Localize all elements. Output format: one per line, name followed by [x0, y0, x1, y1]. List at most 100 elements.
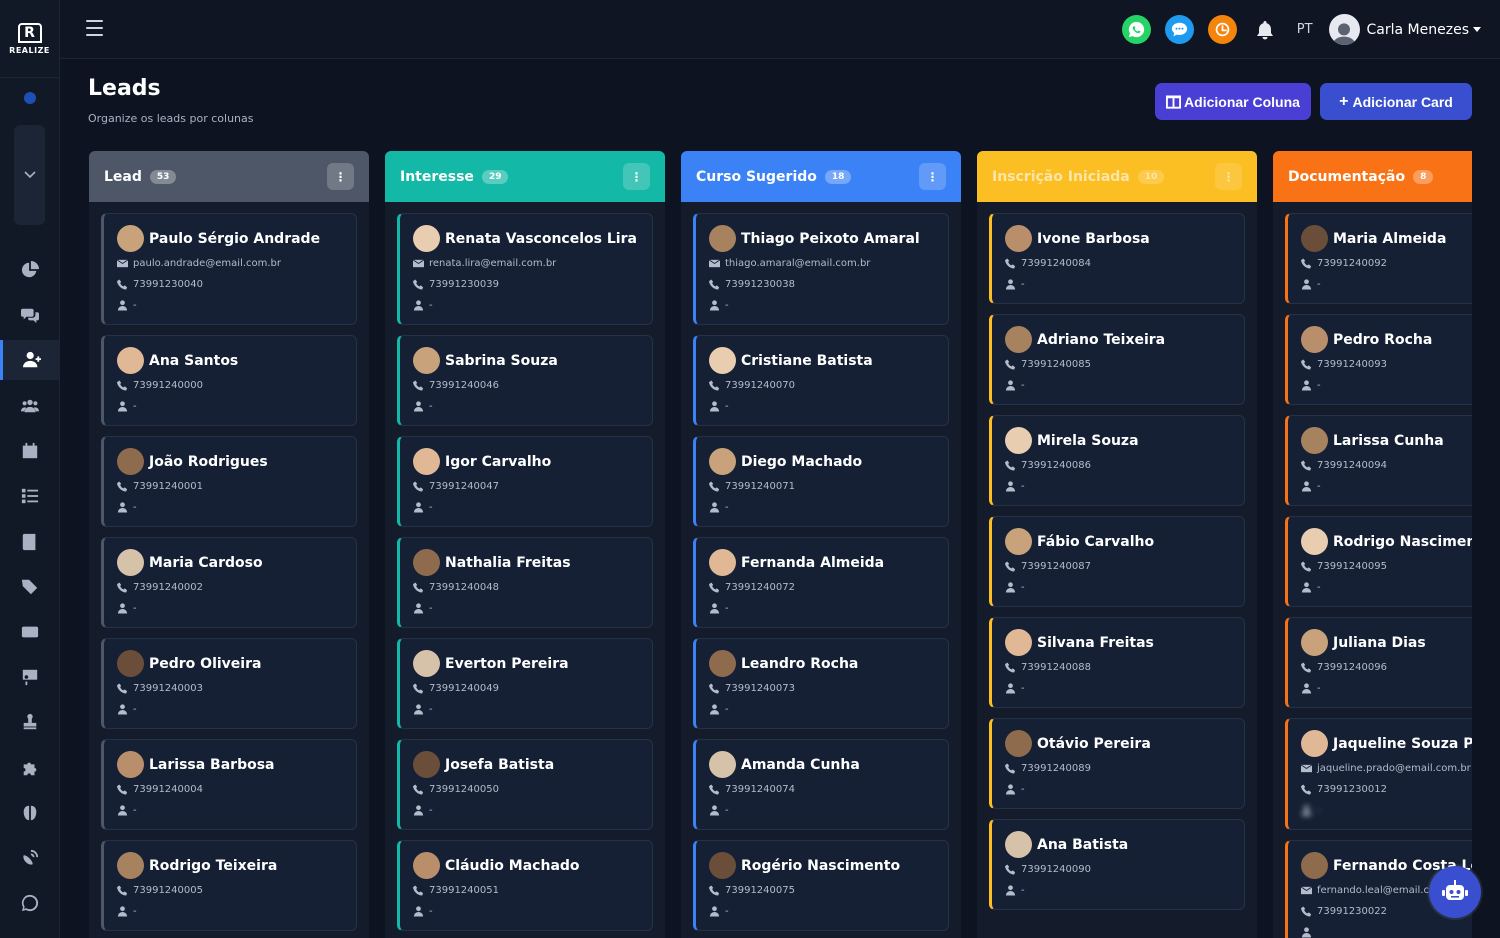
- column-menu-button[interactable]: ⋮: [623, 163, 650, 190]
- column-header[interactable]: Interesse 29 ⋮: [385, 151, 665, 202]
- sidebar-collapse-button[interactable]: [14, 125, 45, 225]
- sidebar-item-stamp[interactable]: [0, 702, 60, 742]
- lead-name: Juliana Dias: [1333, 635, 1426, 651]
- lead-card[interactable]: Nathalia Freitas 73991240048 -: [397, 537, 653, 628]
- lead-card[interactable]: Sabrina Souza 73991240046 -: [397, 335, 653, 426]
- avatar: [1005, 730, 1032, 757]
- lead-phone: 73991240093: [1301, 359, 1387, 370]
- lead-card[interactable]: Rodrigo Nascimento 73991240095 -: [1285, 516, 1472, 607]
- lead-card[interactable]: Paulo Sérgio Andrade paulo.andrade@email.…: [101, 213, 357, 325]
- user-icon: [117, 603, 128, 614]
- lead-card[interactable]: Fábio Carvalho 73991240087 -: [989, 516, 1245, 607]
- sidebar-item-integrations[interactable]: [0, 748, 60, 788]
- lead-card[interactable]: Cristiane Batista 73991240070 -: [693, 335, 949, 426]
- lead-card[interactable]: Juliana Dias 73991240096 -: [1285, 617, 1472, 708]
- column-menu-button[interactable]: ⋮: [1215, 163, 1242, 190]
- lead-card[interactable]: Maria Almeida 73991240092 -: [1285, 213, 1472, 304]
- lead-card[interactable]: Adriano Teixeira 73991240085 -: [989, 314, 1245, 405]
- sidebar-item-reports[interactable]: [0, 657, 60, 697]
- lead-card[interactable]: Larissa Barbosa 73991240004 -: [101, 739, 357, 830]
- sidebar-item-ai[interactable]: [0, 793, 60, 833]
- column-header[interactable]: Lead 53 ⋮: [89, 151, 369, 202]
- hamburger-menu-icon[interactable]: [86, 20, 103, 36]
- chat-button[interactable]: [1164, 15, 1194, 44]
- column-header[interactable]: Inscrição Iniciada 10 ⋮: [977, 151, 1257, 202]
- sidebar-item-webhooks[interactable]: [0, 838, 60, 878]
- chevron-down-icon[interactable]: [1473, 27, 1481, 32]
- topbar: PT Carla Menezes: [60, 0, 1500, 59]
- lead-card[interactable]: João Rodrigues 73991240001 -: [101, 436, 357, 527]
- lead-card[interactable]: Fernanda Almeida 73991240072 -: [693, 537, 949, 628]
- user-name[interactable]: Carla Menezes: [1367, 22, 1469, 38]
- stamp-icon: [23, 713, 37, 730]
- sidebar-item-products[interactable]: [0, 612, 60, 652]
- column-header[interactable]: Curso Sugerido 18 ⋮: [681, 151, 961, 202]
- lead-phone-text: 73991240048: [429, 582, 499, 593]
- lead-phone: 73991240086: [1005, 460, 1091, 471]
- lead-card[interactable]: Pedro Rocha 73991240093 -: [1285, 314, 1472, 405]
- lead-card[interactable]: Silvana Freitas 73991240088 -: [989, 617, 1245, 708]
- sidebar: R REALIZE: [0, 0, 60, 938]
- clock-button[interactable]: [1207, 15, 1237, 44]
- lead-card[interactable]: Igor Carvalho 73991240047 -: [397, 436, 653, 527]
- user-icon: [1005, 481, 1016, 492]
- notifications-button[interactable]: [1255, 20, 1275, 40]
- lead-card[interactable]: Thiago Peixoto Amaral thiago.amaral@email…: [693, 213, 949, 325]
- lead-card[interactable]: Diego Machado 73991240071 -: [693, 436, 949, 527]
- sidebar-item-documents[interactable]: [0, 522, 60, 562]
- column-menu-button[interactable]: ⋮: [919, 163, 946, 190]
- user-icon: [413, 502, 424, 513]
- lead-card[interactable]: Cláudio Machado 73991240051 -: [397, 840, 653, 931]
- lead-owner-text: -: [725, 704, 729, 715]
- phone-icon: [1301, 784, 1312, 795]
- lead-owner-text: -: [725, 603, 729, 614]
- sidebar-item-tasks[interactable]: [0, 476, 60, 516]
- lead-card[interactable]: Josefa Batista 73991240050 -: [397, 739, 653, 830]
- sidebar-item-chats[interactable]: [0, 295, 60, 335]
- sidebar-item-groups[interactable]: [0, 386, 60, 426]
- lead-card[interactable]: Ana Batista 73991240090 -: [989, 819, 1245, 910]
- column-header[interactable]: Documentação8⋮: [1273, 151, 1472, 202]
- whatsapp-button[interactable]: [1121, 15, 1151, 44]
- chatbot-button[interactable]: [1429, 866, 1481, 918]
- lead-card[interactable]: Ana Santos 73991240000 -: [101, 335, 357, 426]
- sidebar-item-calendar[interactable]: [0, 431, 60, 471]
- language-selector[interactable]: PT: [1297, 22, 1313, 37]
- lead-card[interactable]: Larissa Cunha 73991240094 -: [1285, 415, 1472, 506]
- sidebar-item-tags[interactable]: [0, 567, 60, 607]
- lead-card[interactable]: Rogério Nascimento 73991240075 -: [693, 840, 949, 931]
- lead-card[interactable]: Everton Pereira 73991240049 -: [397, 638, 653, 729]
- avatar: [413, 347, 440, 374]
- add-column-button[interactable]: Adicionar Coluna: [1155, 83, 1311, 120]
- chevron-down-icon: [23, 171, 36, 179]
- lead-phone: 73991240092: [1301, 258, 1387, 269]
- lead-phone-text: 73991240088: [1021, 662, 1091, 673]
- lead-name: João Rodrigues: [149, 454, 268, 470]
- lead-phone: 73991230038: [709, 279, 795, 290]
- lead-card[interactable]: Renata Vasconcelos Lira renata.lira@email…: [397, 213, 653, 325]
- avatar[interactable]: [1328, 14, 1360, 45]
- sidebar-item-dashboard[interactable]: [0, 250, 60, 290]
- sidebar-item-leads[interactable]: [0, 340, 60, 380]
- column-menu-button[interactable]: ⋮: [327, 163, 354, 190]
- avatar: [1301, 852, 1328, 879]
- lead-card[interactable]: Pedro Oliveira 73991240003 -: [101, 638, 357, 729]
- lead-card[interactable]: Mirela Souza 73991240086 -: [989, 415, 1245, 506]
- lead-card[interactable]: Amanda Cunha 73991240074 -: [693, 739, 949, 830]
- lead-card[interactable]: Jaqueline Souza Prado jaqueline.prado@ema…: [1285, 718, 1472, 830]
- lead-name: Maria Almeida: [1333, 231, 1447, 247]
- add-card-label: Adicionar Card: [1352, 93, 1453, 110]
- logo[interactable]: R REALIZE: [0, 0, 59, 78]
- lead-card[interactable]: Rodrigo Teixeira 73991240005 -: [101, 840, 357, 931]
- user-icon: [413, 805, 424, 816]
- lead-card[interactable]: Ivone Barbosa 73991240084 -: [989, 213, 1245, 304]
- lead-card[interactable]: Leandro Rocha 73991240073 -: [693, 638, 949, 729]
- lead-name: Ana Batista: [1037, 837, 1129, 853]
- lead-name: Rogério Nascimento: [741, 858, 901, 874]
- lead-name: Paulo Sérgio Andrade: [149, 231, 321, 247]
- add-card-button[interactable]: + Adicionar Card: [1320, 83, 1472, 120]
- lead-card[interactable]: Otávio Pereira 73991240089 -: [989, 718, 1245, 809]
- sidebar-item-whatsapp[interactable]: [0, 883, 60, 923]
- lead-card[interactable]: Maria Cardoso 73991240002 -: [101, 537, 357, 628]
- lead-owner: -: [413, 906, 433, 917]
